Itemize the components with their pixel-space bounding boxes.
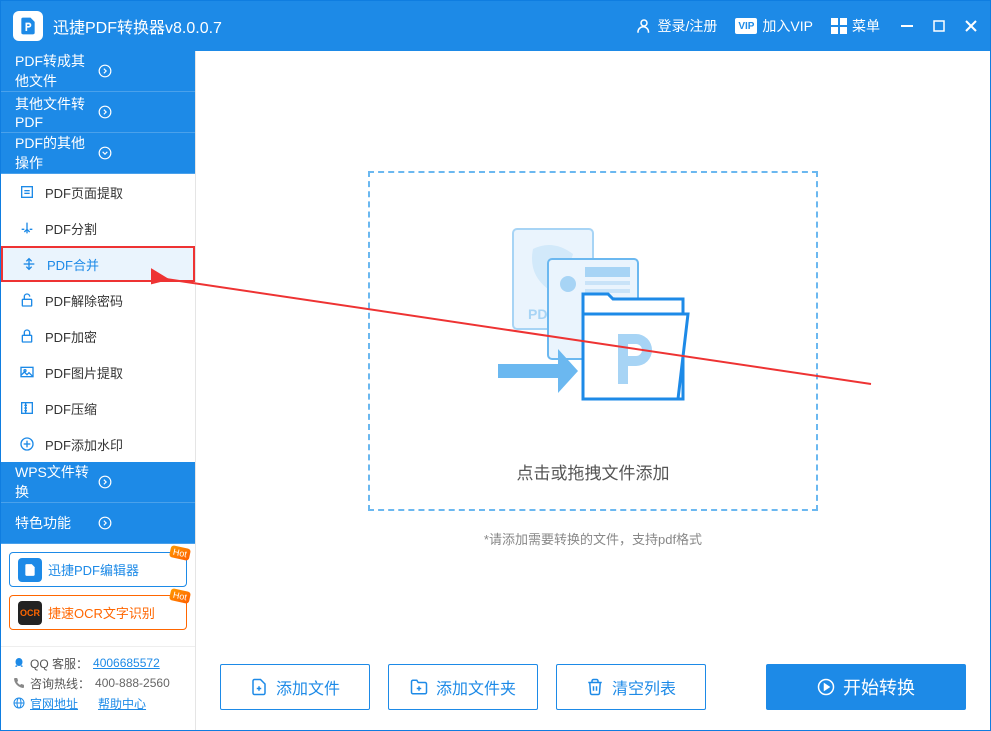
chevron-right-icon [98,475,181,489]
clear-list-button[interactable]: 清空列表 [556,664,706,710]
sidebar-item-lock[interactable]: PDF加密 [1,318,195,354]
category-special[interactable]: 特色功能 [1,503,195,544]
sidebar-item-image[interactable]: PDF图片提取 [1,354,195,390]
hint-text: *请添加需要转换的文件，支持pdf格式 [220,529,966,548]
title-bar: 迅捷PDF转换器v8.0.0.7 登录/注册 VIP 加入VIP 菜单 [1,1,990,51]
watermark-icon [19,436,35,452]
sidebar-item-watermark[interactable]: PDF添加水印 [1,426,195,462]
sidebar-item-label: PDF添加水印 [45,435,123,454]
chevron-right-icon [98,516,181,530]
file-plus-icon [250,677,268,697]
sidebar-item-label: PDF图片提取 [45,363,123,382]
vip-icon: VIP [735,18,757,34]
menu-grid-icon [831,18,847,34]
merge-icon [21,256,37,272]
trash-icon [586,677,604,697]
category-wps[interactable]: WPS文件转换 [1,462,195,503]
folder-plus-icon [410,677,428,697]
category-pdf-to-other[interactable]: PDF转成其他文件 [1,51,195,92]
sidebar-item-label: PDF压缩 [45,399,97,418]
globe-icon [13,697,25,709]
promo-pdf-editor[interactable]: 迅捷PDF编辑器 Hot [9,552,187,587]
chevron-right-icon [98,64,181,78]
category-label: WPS文件转换 [15,462,98,502]
category-label: 其他文件转PDF [15,94,98,130]
folder-illustration: PDF [473,199,713,439]
play-circle-icon [817,677,835,697]
button-label: 开始转换 [843,674,915,700]
start-convert-button[interactable]: 开始转换 [766,664,966,710]
add-file-button[interactable]: 添加文件 [220,664,370,710]
extract-icon [19,184,35,200]
button-label: 添加文件夹 [436,675,516,699]
sidebar-item-label: PDF加密 [45,327,97,346]
vip-button[interactable]: VIP 加入VIP [735,16,813,36]
sidebar: PDF转成其他文件 其他文件转PDF PDF的其他操作 PDF页面提取 PDF分… [1,51,196,730]
category-pdf-ops[interactable]: PDF的其他操作 [1,133,195,174]
category-label: 特色功能 [15,513,98,533]
hot-badge: Hot [169,588,191,604]
qq-icon [13,657,25,669]
official-link[interactable]: 官网地址 [30,695,78,712]
sidebar-item-unlock[interactable]: PDF解除密码 [1,282,195,318]
ocr-icon: OCR [18,601,42,625]
maximize-button[interactable] [932,19,946,33]
chevron-right-icon [98,105,181,119]
sidebar-item-compress[interactable]: PDF压缩 [1,390,195,426]
category-other-to-pdf[interactable]: 其他文件转PDF [1,92,195,133]
login-button[interactable]: 登录/注册 [635,16,718,36]
split-icon [19,220,35,236]
drop-zone-text: 点击或拖拽文件添加 [517,459,670,484]
login-label: 登录/注册 [658,16,718,36]
drop-zone[interactable]: PDF 点击或拖拽文件添加 [368,171,818,511]
promo-label: 迅捷PDF编辑器 [48,560,139,579]
compress-icon [19,400,35,416]
sidebar-item-split[interactable]: PDF分割 [1,210,195,246]
chevron-down-icon [98,146,181,160]
qq-link[interactable]: 4006685572 [93,656,160,670]
app-logo [13,11,43,41]
add-folder-button[interactable]: 添加文件夹 [388,664,538,710]
user-icon [635,17,653,35]
sidebar-item-label: PDF解除密码 [45,291,123,310]
minimize-button[interactable] [900,19,914,33]
qq-label: QQ 客服： [30,655,88,672]
button-label: 添加文件 [276,675,340,699]
promo-ocr[interactable]: OCR 捷速OCR文字识别 Hot [9,595,187,630]
hot-badge: Hot [169,545,191,561]
main-content: PDF 点击或拖拽文件添加 *请添加需要转换的文件，支持pdf格式 [196,51,990,730]
lock-icon [19,328,35,344]
sidebar-item-label: PDF分割 [45,219,97,238]
sidebar-item-merge[interactable]: PDF合并 [1,246,195,282]
unlock-icon [19,292,35,308]
promo-label: 捷速OCR文字识别 [48,603,155,622]
vip-label: 加入VIP [762,16,813,36]
hotline-value: 400-888-2560 [95,676,170,690]
menu-label: 菜单 [852,16,880,36]
category-label: PDF的其他操作 [15,133,98,173]
contact-section: QQ 客服： 4006685572 咨询热线： 400-888-2560 官网地… [1,646,195,719]
close-button[interactable] [964,19,978,33]
phone-icon [13,677,25,689]
image-icon [19,364,35,380]
category-label: PDF转成其他文件 [15,51,98,91]
hotline-label: 咨询热线： [30,675,90,692]
pdf-editor-icon [18,558,42,582]
menu-button[interactable]: 菜单 [831,16,880,36]
button-label: 清空列表 [612,675,676,699]
app-title: 迅捷PDF转换器v8.0.0.7 [53,14,222,38]
help-link[interactable]: 帮助中心 [98,695,146,712]
sidebar-item-label: PDF合并 [47,255,99,274]
sidebar-item-label: PDF页面提取 [45,183,123,202]
sidebar-item-extract[interactable]: PDF页面提取 [1,174,195,210]
